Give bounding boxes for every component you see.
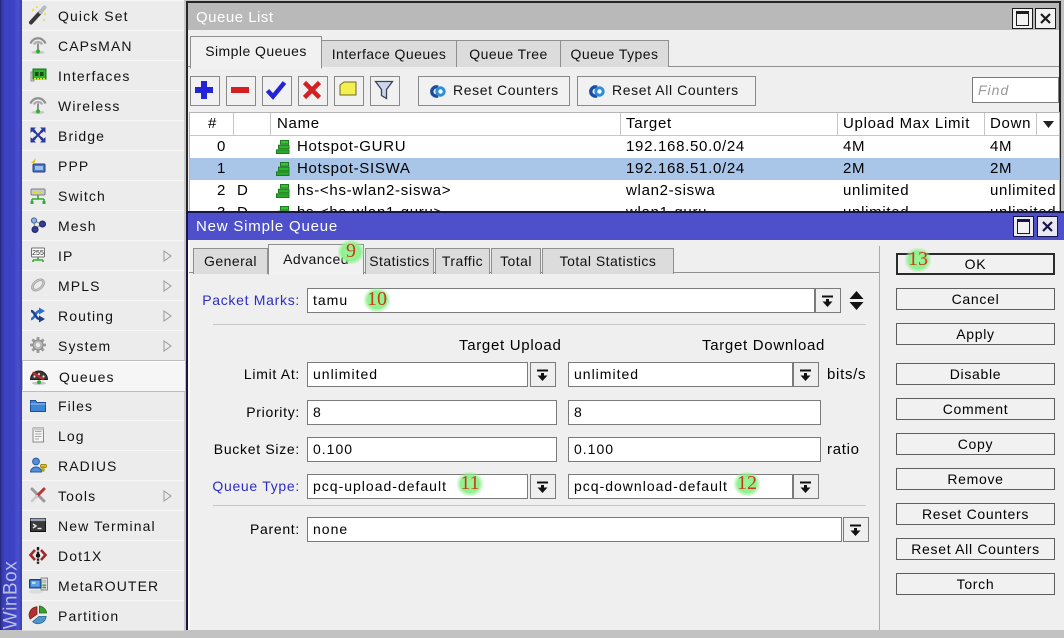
svg-text:255: 255 (32, 250, 44, 257)
